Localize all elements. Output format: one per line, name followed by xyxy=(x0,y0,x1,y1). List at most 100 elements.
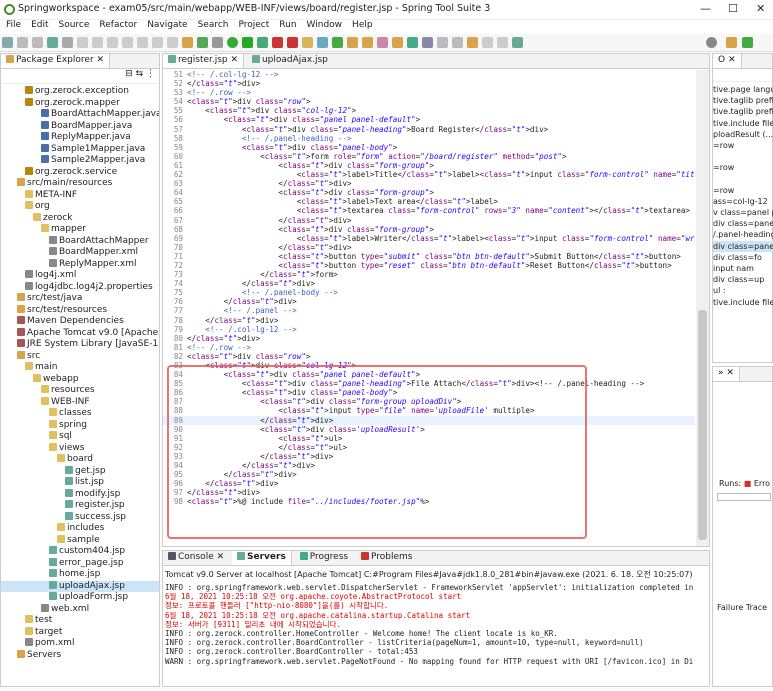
tab-progress[interactable]: Progress xyxy=(295,551,353,565)
new-java-project-icon[interactable] xyxy=(302,37,313,48)
tree-item[interactable]: error_page.jsp xyxy=(1,557,159,570)
java-ee-perspective-icon[interactable] xyxy=(726,37,737,48)
resume-icon[interactable] xyxy=(77,37,88,48)
menu-edit[interactable]: Edit xyxy=(31,20,48,30)
spring-perspective-icon[interactable] xyxy=(742,37,753,48)
code-line[interactable]: 80 </class="t">div> xyxy=(163,334,695,343)
tree-item[interactable]: src/test/resources xyxy=(1,304,159,317)
tree-item[interactable]: uploadForm.jsp xyxy=(1,592,159,604)
coverage-icon[interactable] xyxy=(257,37,268,48)
outline-item[interactable]: tive.page langu xyxy=(713,84,773,95)
settings-icon[interactable] xyxy=(212,37,223,48)
code-line[interactable]: 71 <class="t">button type="submit" class… xyxy=(163,252,695,261)
outline-item[interactable]: div class=pane xyxy=(713,240,773,252)
tree-item[interactable]: main xyxy=(1,362,159,374)
tab-package-explorer[interactable]: Package Explorer ✕ xyxy=(1,54,111,68)
code-line[interactable]: 62 <class="t">label>Title</class="t">lab… xyxy=(163,170,695,179)
tree-item[interactable]: WEB-INF xyxy=(1,396,159,409)
save-icon[interactable] xyxy=(17,37,28,48)
outline-item[interactable]: div class=up xyxy=(713,274,773,285)
code-line[interactable]: 63 </class="t">div> xyxy=(163,179,695,188)
code-line[interactable]: 58 <!-- /.panel-heading --> xyxy=(163,134,695,143)
tree-item[interactable]: modify.jsp xyxy=(1,488,159,501)
external-tools-icon[interactable] xyxy=(287,37,298,48)
outline-item[interactable]: tive.taglib prefix xyxy=(713,95,773,106)
code-line[interactable]: 53 <!-- /.row --> xyxy=(163,88,695,97)
run-icon[interactable] xyxy=(242,37,253,48)
tree-item[interactable]: target xyxy=(1,626,159,639)
close-button[interactable]: ✕ xyxy=(756,2,765,15)
step-into-icon[interactable] xyxy=(137,37,148,48)
tree-item[interactable]: board xyxy=(1,454,159,466)
outline-item[interactable]: =row xyxy=(713,162,773,173)
tree-item[interactable]: org xyxy=(1,201,159,213)
tab-outline[interactable]: O ✕ xyxy=(713,54,742,68)
step-icon[interactable] xyxy=(122,37,133,48)
console-output[interactable]: INFO : org.springframework.web.servlet.D… xyxy=(165,583,705,666)
code-line[interactable]: 52 </class="t">div> xyxy=(163,79,695,88)
code-line[interactable]: 66 <class="t">textarea class="form-contr… xyxy=(163,206,695,215)
code-line[interactable]: 67 </class="t">div> xyxy=(163,216,695,225)
outline-item[interactable]: ul : xyxy=(713,285,773,296)
tree-item[interactable]: BoardMapper.xml xyxy=(1,247,159,259)
outline-item[interactable]: input nam xyxy=(713,263,773,274)
code-line[interactable]: 79 <!-- /.col-lg-12 --> xyxy=(163,325,695,334)
open-type-icon[interactable] xyxy=(347,37,358,48)
tree-item[interactable]: get.jsp xyxy=(1,465,159,478)
outline-item[interactable]: tive.include file xyxy=(713,297,773,308)
tree-item[interactable]: log4j.xml xyxy=(1,270,159,282)
tab-uploadajax-jsp[interactable]: uploadAjax.jsp xyxy=(247,54,333,68)
tree-item[interactable]: Servers xyxy=(1,649,159,662)
step-over-icon[interactable] xyxy=(152,37,163,48)
debug-icon[interactable] xyxy=(227,37,238,48)
forward-icon[interactable] xyxy=(497,37,508,48)
tree-item[interactable]: sample xyxy=(1,534,159,547)
save-all-icon[interactable] xyxy=(32,37,43,48)
tree-item[interactable]: spring xyxy=(1,419,159,432)
tree-item[interactable]: list.jsp xyxy=(1,477,159,489)
code-line[interactable]: 69 <class="t">label>Writer</class="t">la… xyxy=(163,234,695,243)
menu-refactor[interactable]: Refactor xyxy=(99,20,137,30)
menu-help[interactable]: Help xyxy=(352,20,373,30)
tree-item[interactable]: ReplyMapper.java xyxy=(1,132,159,144)
stop-icon[interactable] xyxy=(272,37,283,48)
tree-item[interactable]: org.zerock.exception xyxy=(1,86,159,98)
outline-item[interactable]: ploadResult (... xyxy=(713,129,773,140)
code-line[interactable]: 77 <!-- /.panel --> xyxy=(163,306,695,315)
collapse-all-icon[interactable]: ⊟ xyxy=(125,69,133,79)
code-line[interactable]: 76 </class="t">div> xyxy=(163,297,695,306)
tree-item[interactable]: Maven Dependencies xyxy=(1,316,159,328)
outline-item[interactable]: /.panel-heading xyxy=(713,229,773,240)
next-annotation-icon[interactable] xyxy=(437,37,448,48)
tree-item[interactable]: classes xyxy=(1,408,159,420)
tab-problems[interactable]: Problems xyxy=(356,551,417,565)
tree-item[interactable]: JRE System Library [JavaSE-1.8 xyxy=(1,339,159,351)
console-icon[interactable] xyxy=(47,37,58,48)
code-line[interactable]: 72 <class="t">button type="reset" class=… xyxy=(163,261,695,270)
menu-source[interactable]: Source xyxy=(59,20,90,30)
code-line[interactable]: 64 <class="t">div class="form-group"> xyxy=(163,188,695,197)
search-icon[interactable] xyxy=(706,37,717,48)
tree-item[interactable]: BoardAttachMapper.java xyxy=(1,109,159,121)
task-icon[interactable] xyxy=(392,37,403,48)
tab-register-jsp[interactable]: register.jsp ✕ xyxy=(163,54,245,68)
tree-item[interactable]: Sample1Mapper.java xyxy=(1,143,159,156)
tree-item[interactable]: org.zerock.mapper xyxy=(1,97,159,110)
code-line[interactable]: 55 <class="t">div class="col-lg-12"> xyxy=(163,106,695,115)
code-line[interactable]: 68 <class="t">div class="form-group"> xyxy=(163,225,695,234)
new-class-icon[interactable] xyxy=(332,37,343,48)
menu-project[interactable]: Project xyxy=(238,20,269,30)
menu-file[interactable]: File xyxy=(6,20,21,30)
code-line[interactable]: 82 <class="t">div class="row"> xyxy=(163,352,695,361)
tree-item[interactable]: home.jsp xyxy=(1,569,159,581)
code-line[interactable]: 78 </class="t">div> xyxy=(163,316,695,325)
code-line[interactable]: 60 <class="t">form role="form" action="/… xyxy=(163,152,695,161)
new-icon[interactable] xyxy=(2,37,13,48)
outline-item[interactable]: ass=col-lg-12 xyxy=(713,196,773,207)
code-line[interactable]: 74 </class="t">div> xyxy=(163,279,695,288)
tree-item[interactable]: success.jsp xyxy=(1,511,159,524)
code-line[interactable]: 75 <!-- /.panel-body --> xyxy=(163,288,695,297)
tree-item[interactable]: zerock xyxy=(1,212,159,225)
tree-item[interactable]: mapper xyxy=(1,224,159,236)
last-edit-icon[interactable] xyxy=(467,37,478,48)
